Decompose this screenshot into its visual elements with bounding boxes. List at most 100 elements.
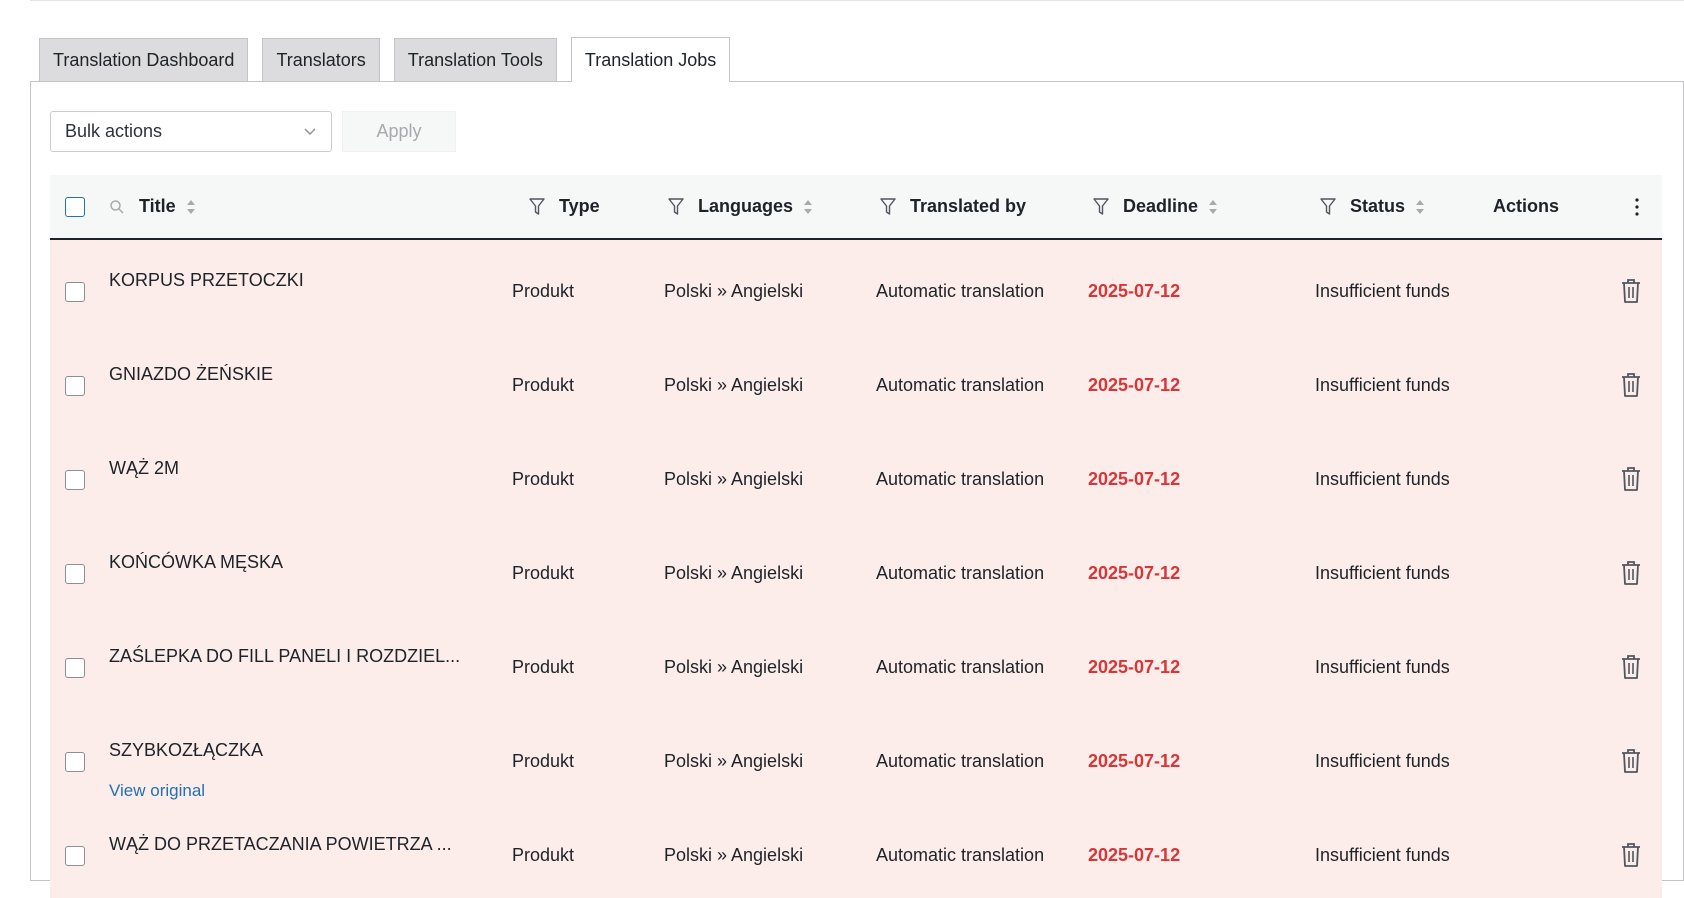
column-translated-by[interactable]: Translated by [880, 175, 1026, 238]
job-deadline: 2025-07-12 [1088, 845, 1181, 865]
job-languages: Polski » Angielski [664, 375, 804, 395]
job-status: Insufficient funds [1315, 469, 1450, 489]
job-status: Insufficient funds [1315, 281, 1450, 301]
job-type: Produkt [512, 375, 575, 395]
column-type-label: Type [559, 196, 600, 216]
row-checkbox[interactable] [65, 658, 85, 678]
trash-icon[interactable] [1620, 748, 1642, 774]
tab-translation-jobs[interactable]: Translation Jobs [570, 37, 731, 82]
tab-translators[interactable]: Translators [262, 38, 380, 82]
filter-icon[interactable] [668, 197, 684, 216]
row-checkbox[interactable] [65, 752, 85, 772]
select-all-checkbox[interactable] [65, 197, 85, 217]
apply-button[interactable]: Apply [342, 111, 456, 152]
table-row: ZAŚLEPKA DO FILL PANELI I ROZDZIEL... Pr… [50, 616, 1662, 710]
filter-icon[interactable] [1320, 197, 1336, 216]
chevron-down-icon [304, 128, 316, 135]
filter-icon[interactable] [529, 197, 545, 216]
jobs-table: Title Type Languages Translated by Deadl… [50, 175, 1662, 898]
job-title: WĄŻ 2M [109, 458, 179, 478]
row-checkbox[interactable] [65, 564, 85, 584]
more-vertical-icon [1635, 197, 1639, 216]
table-row: GNIAZDO ŻEŃSKIE Produkt Polski » Angiels… [50, 334, 1662, 428]
table-body: KORPUS PRZETOCZKI Produkt Polski » Angie… [50, 240, 1662, 898]
job-translated-by: Automatic translation [876, 657, 1045, 677]
sort-icon[interactable] [1415, 198, 1425, 216]
column-deadline[interactable]: Deadline [1093, 175, 1218, 238]
job-status: Insufficient funds [1315, 563, 1450, 583]
job-languages: Polski » Angielski [664, 845, 804, 865]
column-actions: Actions [1493, 175, 1559, 238]
table-row: SZYBKOZŁĄCZKA View original Produkt Pols… [50, 710, 1662, 804]
job-translated-by: Automatic translation [876, 563, 1045, 583]
job-deadline: 2025-07-12 [1088, 469, 1181, 489]
job-type: Produkt [512, 469, 575, 489]
column-status-label: Status [1350, 196, 1406, 216]
job-languages: Polski » Angielski [664, 281, 804, 301]
job-title: ZAŚLEPKA DO FILL PANELI I ROZDZIEL... [109, 646, 461, 666]
job-title: KORPUS PRZETOCZKI [109, 270, 304, 290]
job-title: GNIAZDO ŻEŃSKIE [109, 364, 274, 384]
column-actions-label: Actions [1493, 196, 1560, 216]
job-deadline: 2025-07-12 [1088, 281, 1181, 301]
job-deadline: 2025-07-12 [1088, 751, 1181, 771]
bulk-actions-label: Bulk actions [65, 121, 163, 141]
view-original-link[interactable]: View original [109, 781, 205, 801]
job-status: Insufficient funds [1315, 375, 1450, 395]
trash-icon[interactable] [1620, 466, 1642, 492]
row-checkbox[interactable] [65, 846, 85, 866]
job-translated-by: Automatic translation [876, 469, 1045, 489]
job-type: Produkt [512, 845, 575, 865]
row-checkbox[interactable] [65, 282, 85, 302]
trash-icon[interactable] [1620, 654, 1642, 680]
trash-icon[interactable] [1620, 560, 1642, 586]
job-deadline: 2025-07-12 [1088, 375, 1181, 395]
filter-icon[interactable] [1093, 197, 1109, 216]
trash-icon[interactable] [1620, 842, 1642, 868]
job-type: Produkt [512, 657, 575, 677]
job-deadline: 2025-07-12 [1088, 657, 1181, 677]
table-header: Title Type Languages Translated by Deadl… [50, 175, 1662, 240]
tab-bar: Translation Dashboard Translators Transl… [39, 37, 744, 82]
job-translated-by: Automatic translation [876, 281, 1045, 301]
filter-icon[interactable] [880, 197, 896, 216]
column-type[interactable]: Type [529, 175, 600, 238]
column-languages-label: Languages [698, 196, 794, 216]
table-row: KORPUS PRZETOCZKI Produkt Polski » Angie… [50, 240, 1662, 334]
tab-translation-dashboard[interactable]: Translation Dashboard [39, 38, 249, 82]
job-translated-by: Automatic translation [876, 375, 1045, 395]
job-status: Insufficient funds [1315, 845, 1450, 865]
column-status[interactable]: Status [1320, 175, 1425, 238]
row-checkbox[interactable] [65, 376, 85, 396]
column-languages[interactable]: Languages [668, 175, 813, 238]
column-title[interactable]: Title [109, 175, 196, 238]
column-options-button[interactable] [1635, 175, 1639, 238]
job-translated-by: Automatic translation [876, 751, 1045, 771]
job-languages: Polski » Angielski [664, 563, 804, 583]
job-title: SZYBKOZŁĄCZKA [109, 740, 264, 760]
search-icon [110, 199, 124, 214]
job-type: Produkt [512, 563, 575, 583]
tab-translation-tools[interactable]: Translation Tools [393, 38, 557, 82]
job-languages: Polski » Angielski [664, 657, 804, 677]
sort-icon[interactable] [1208, 198, 1218, 216]
row-checkbox[interactable] [65, 470, 85, 490]
column-deadline-label: Deadline [1123, 196, 1199, 216]
top-divider [30, 0, 1684, 1]
trash-icon[interactable] [1620, 278, 1642, 304]
sort-icon[interactable] [803, 198, 813, 216]
job-type: Produkt [512, 751, 575, 771]
table-row: WĄŻ DO PRZETACZANIA POWIETRZA ... Produk… [50, 804, 1662, 898]
sort-icon[interactable] [186, 198, 196, 216]
job-title: KOŃCÓWKA MĘSKA [109, 552, 284, 572]
column-title-label: Title [139, 196, 176, 216]
trash-icon[interactable] [1620, 372, 1642, 398]
bulk-actions-select[interactable]: Bulk actions [50, 111, 332, 152]
job-translated-by: Automatic translation [876, 845, 1045, 865]
job-type: Produkt [512, 281, 575, 301]
table-row: WĄŻ 2M Produkt Polski » Angielski Automa… [50, 428, 1662, 522]
job-title: WĄŻ DO PRZETACZANIA POWIETRZA ... [109, 834, 452, 854]
job-deadline: 2025-07-12 [1088, 563, 1181, 583]
job-languages: Polski » Angielski [664, 469, 804, 489]
job-status: Insufficient funds [1315, 657, 1450, 677]
